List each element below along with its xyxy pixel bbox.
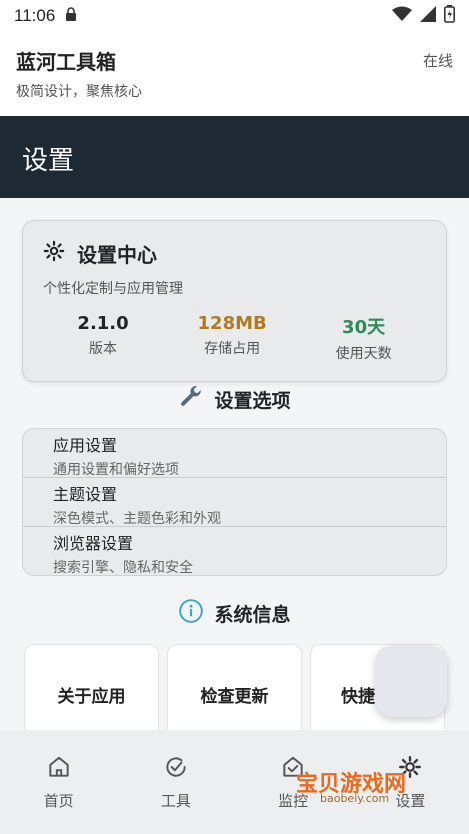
floating-action-button[interactable] bbox=[375, 645, 447, 717]
settings-center-description: 个性化定制与应用管理 bbox=[43, 281, 183, 297]
app-title: 蓝河工具箱 bbox=[16, 50, 116, 74]
option-theme-settings[interactable]: 主题设置 深色模式、主题色彩和外观 bbox=[23, 478, 446, 527]
app-header: 蓝河工具箱 极简设计，聚焦核心 在线 bbox=[0, 32, 469, 116]
options-section-header: 设置选项 bbox=[0, 384, 469, 415]
page-title: 设置 bbox=[22, 146, 75, 176]
stat-label: 版本 bbox=[89, 341, 118, 357]
settings-options-list: 应用设置 通用设置和偏好选项 主题设置 深色模式、主题色彩和外观 浏览器设置 搜… bbox=[22, 428, 447, 576]
home-icon bbox=[48, 756, 69, 777]
option-description: 通用设置和偏好选项 bbox=[53, 462, 179, 478]
info-icon bbox=[178, 598, 204, 629]
nav-home[interactable]: 首页 bbox=[0, 730, 117, 834]
options-section-title: 设置选项 bbox=[214, 390, 291, 412]
app-subtitle: 极简设计，聚焦核心 bbox=[16, 84, 142, 100]
page-title-bar: 设置 bbox=[0, 116, 469, 198]
option-name: 浏览器设置 bbox=[53, 534, 134, 553]
system-section-header: 系统信息 bbox=[0, 598, 469, 629]
tile-about-app[interactable]: 关于应用 bbox=[24, 644, 159, 730]
nav-label: 工具 bbox=[160, 792, 191, 810]
stat-version: 2.1.0 版本 bbox=[77, 313, 128, 363]
battery-icon bbox=[444, 5, 455, 27]
stat-label: 使用天数 bbox=[335, 346, 392, 362]
nav-label: 首页 bbox=[43, 792, 74, 810]
signal-icon bbox=[420, 6, 436, 26]
status-time: 11:06 bbox=[14, 6, 56, 25]
option-description: 深色模式、主题色彩和外观 bbox=[53, 511, 221, 527]
option-app-settings[interactable]: 应用设置 通用设置和偏好选项 bbox=[23, 429, 446, 478]
stat-days: 30天 使用天数 bbox=[336, 313, 392, 363]
watermark: 宝贝游戏网 baobeiy.com bbox=[296, 748, 446, 808]
option-name: 应用设置 bbox=[53, 436, 118, 455]
stat-value: 128MB bbox=[197, 313, 267, 334]
status-bar: 11:06 bbox=[0, 0, 469, 32]
watermark-url: baobeiy.com bbox=[320, 792, 390, 805]
settings-center-card: 设置中心 个性化定制与应用管理 2.1.0 版本 128MB 存储占用 30天 … bbox=[22, 220, 447, 382]
lock-icon bbox=[65, 7, 77, 25]
wifi-icon bbox=[392, 6, 412, 26]
option-name: 主题设置 bbox=[53, 485, 118, 504]
check-circle-icon bbox=[166, 757, 186, 777]
stat-label: 存储占用 bbox=[204, 341, 261, 357]
online-status: 在线 bbox=[422, 52, 453, 70]
stat-value: 2.1.0 bbox=[77, 313, 129, 334]
system-section-title: 系统信息 bbox=[214, 604, 291, 626]
stats-row: 2.1.0 版本 128MB 存储占用 30天 使用天数 bbox=[43, 313, 426, 363]
option-description: 搜索引擎、隐私和安全 bbox=[53, 560, 193, 576]
tile-check-update[interactable]: 检查更新 bbox=[167, 644, 302, 730]
stat-storage: 128MB 存储占用 bbox=[198, 313, 267, 363]
gear-icon bbox=[43, 240, 65, 267]
settings-center-title: 设置中心 bbox=[77, 243, 157, 267]
main-content: 设置中心 个性化定制与应用管理 2.1.0 版本 128MB 存储占用 30天 … bbox=[0, 198, 469, 730]
stat-value: 30天 bbox=[342, 317, 386, 338]
option-browser-settings[interactable]: 浏览器设置 搜索引擎、隐私和安全 bbox=[23, 527, 446, 576]
nav-tools[interactable]: 工具 bbox=[117, 730, 234, 834]
wrench-icon bbox=[178, 384, 204, 415]
